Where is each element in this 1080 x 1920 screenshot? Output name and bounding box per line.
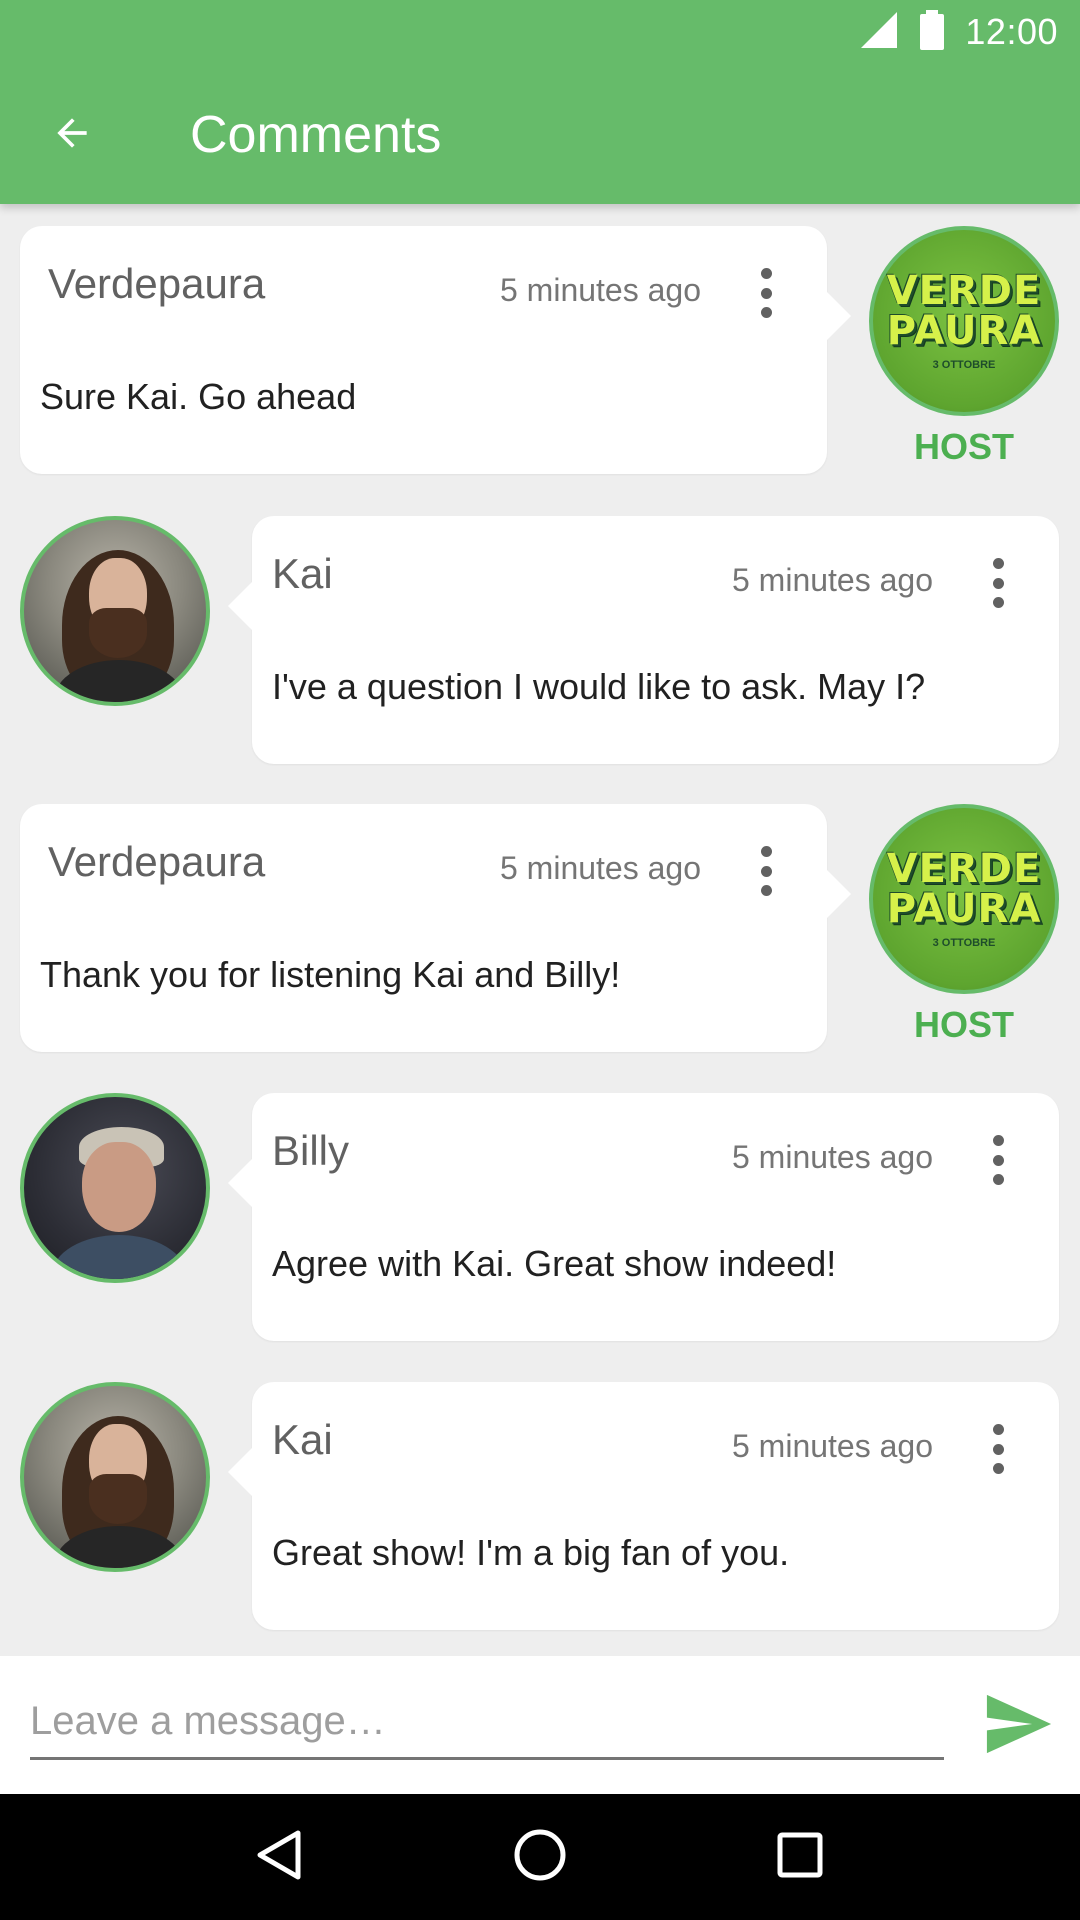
more-options-button[interactable]: [983, 558, 1013, 608]
arrow-back-icon: [50, 111, 94, 160]
app-bar: 12:00 Comments: [0, 0, 1080, 204]
nav-back-button[interactable]: [240, 1817, 320, 1897]
comment-author: Kai: [272, 1416, 333, 1463]
nav-home-icon: [513, 1828, 567, 1887]
nav-recents-button[interactable]: [760, 1817, 840, 1897]
message-composer: [0, 1656, 1080, 1794]
nav-back-icon: [254, 1829, 306, 1886]
nav-recents-icon: [776, 1831, 824, 1884]
comment-bubble: Kai 5 minutes ago Great show! I'm a big …: [228, 1382, 1059, 1630]
comment-time: 5 minutes ago: [731, 562, 933, 598]
more-options-button[interactable]: [751, 846, 781, 896]
page-title: Comments: [190, 106, 442, 164]
avatar[interactable]: [20, 1093, 210, 1283]
user-avatar-container: [20, 1382, 210, 1572]
comment-time: 5 minutes ago: [499, 272, 701, 308]
send-button[interactable]: [984, 1694, 1054, 1754]
nav-home-button[interactable]: [500, 1817, 580, 1897]
comment-item: Verdepaura 5 minutes ago Sure Kai. Go ah…: [0, 226, 1080, 474]
message-input[interactable]: [30, 1686, 944, 1760]
user-avatar-container: [20, 1093, 210, 1283]
system-nav-bar: [0, 1794, 1080, 1920]
comment-bubble: Verdepaura 5 minutes ago Sure Kai. Go ah…: [20, 226, 851, 474]
host-badge: HOST: [913, 1004, 1014, 1045]
comment-message: Agree with Kai. Great show indeed!: [272, 1243, 837, 1284]
host-avatar-container: VERDE PAURA 3 OTTOBRE HOST: [869, 226, 1059, 467]
logo-text-line1: VERDE: [886, 846, 1042, 892]
comment-message: Thank you for listening Kai and Billy!: [40, 954, 621, 995]
comment-message: I've a question I would like to ask. May…: [272, 666, 926, 707]
toolbar: Comments: [0, 70, 1080, 200]
comment-item: Kai 5 minutes ago I've a question I woul…: [0, 516, 1080, 764]
send-icon: [984, 1694, 1054, 1758]
logo-text-line2: PAURA: [886, 308, 1042, 354]
signal-icon: [859, 10, 899, 55]
comment-message: Great show! I'm a big fan of you.: [272, 1532, 790, 1573]
more-options-button[interactable]: [983, 1424, 1013, 1474]
status-time: 12:00: [965, 11, 1058, 52]
comment-bubble: Kai 5 minutes ago I've a question I woul…: [228, 516, 1059, 764]
host-avatar-container: VERDE PAURA 3 OTTOBRE HOST: [869, 804, 1059, 1045]
comment-author: Verdepaura: [48, 260, 266, 307]
user-avatar-container: [20, 516, 210, 706]
comment-author: Billy: [272, 1127, 350, 1174]
comment-message: Sure Kai. Go ahead: [40, 376, 357, 417]
status-bar: 12:00: [859, 8, 1058, 56]
host-avatar[interactable]: VERDE PAURA 3 OTTOBRE: [869, 804, 1059, 994]
logo-text-line2: PAURA: [886, 886, 1042, 932]
logo-text-line1: VERDE: [886, 268, 1042, 314]
comment-time: 5 minutes ago: [731, 1139, 933, 1175]
comment-item: Verdepaura 5 minutes ago Thank you for l…: [0, 804, 1080, 1052]
logo-subtext: 3 OTTOBRE: [932, 359, 996, 371]
battery-icon: [919, 9, 945, 55]
comment-time: 5 minutes ago: [499, 850, 701, 886]
host-avatar[interactable]: VERDE PAURA 3 OTTOBRE: [869, 226, 1059, 416]
avatar[interactable]: [20, 516, 210, 706]
comment-bubble: Billy 5 minutes ago Agree with Kai. Grea…: [228, 1093, 1059, 1341]
host-badge: HOST: [913, 426, 1014, 467]
more-options-button[interactable]: [983, 1135, 1013, 1185]
avatar[interactable]: [20, 1382, 210, 1572]
comment-bubble: Verdepaura 5 minutes ago Thank you for l…: [20, 804, 851, 1052]
logo-subtext: 3 OTTOBRE: [932, 937, 996, 949]
more-options-button[interactable]: [751, 268, 781, 318]
comment-author: Verdepaura: [48, 838, 266, 885]
comment-time: 5 minutes ago: [731, 1428, 933, 1464]
comment-list[interactable]: Verdepaura 5 minutes ago Sure Kai. Go ah…: [0, 204, 1080, 1654]
comment-item: Billy 5 minutes ago Agree with Kai. Grea…: [0, 1093, 1080, 1341]
comment-author: Kai: [272, 550, 333, 597]
back-button[interactable]: [30, 85, 150, 185]
comment-item: Kai 5 minutes ago Great show! I'm a big …: [0, 1382, 1080, 1630]
